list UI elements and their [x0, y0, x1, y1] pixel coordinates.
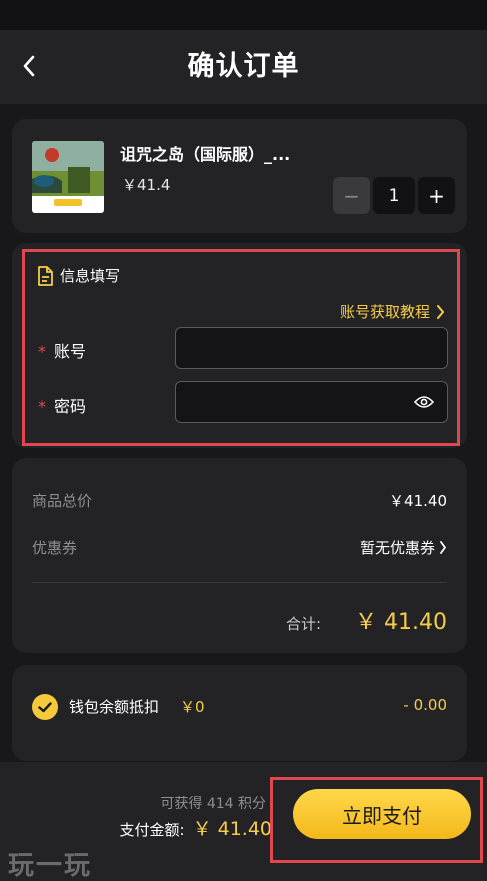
product-thumbnail[interactable]	[32, 141, 104, 213]
wallet-balance: ￥0	[180, 698, 205, 716]
wallet-label: 钱包余额抵扣	[69, 698, 160, 716]
product-price: ￥41.4	[122, 176, 171, 194]
pay-amount-value: ￥ 41.40	[192, 818, 272, 840]
coupon-value: 暂无优惠券	[359, 539, 435, 557]
points-text: 可获得 414 积分	[160, 796, 266, 812]
quantity-value[interactable]: 1	[373, 177, 415, 214]
divider	[32, 582, 447, 583]
watermark-logo: 玩一玩	[8, 851, 93, 881]
goods-total-value: ￥41.40	[389, 492, 447, 510]
increment-button[interactable]: +	[418, 177, 455, 214]
wallet-card: 钱包余额抵扣 ￥0 - 0.00	[12, 665, 467, 761]
product-name: 诅咒之岛（国际服）_...	[120, 145, 291, 164]
wallet-checkbox[interactable]	[32, 694, 58, 720]
pay-highlight-box	[270, 777, 483, 863]
info-highlight-box	[22, 249, 460, 446]
decrement-button[interactable]: −	[333, 177, 370, 214]
summary-card: 商品总价 ￥41.40 优惠券 暂无优惠券 合计: ￥ 41.40	[12, 458, 467, 653]
coupon-selector[interactable]: 暂无优惠券	[360, 537, 447, 558]
pay-amount-row: 支付金额: ￥ 41.40	[120, 814, 273, 841]
page-title: 确认订单	[187, 51, 300, 82]
total-row: 合计: ￥ 41.40	[286, 604, 447, 636]
game-thumbnail-image	[32, 141, 104, 213]
total-label: 合计:	[285, 615, 322, 633]
quantity-stepper: − 1 +	[333, 177, 455, 214]
checkmark-icon	[38, 701, 52, 712]
wallet-deduct: - 0.00	[403, 696, 447, 714]
status-bar	[0, 0, 487, 30]
total-value: ￥ 41.40	[355, 610, 447, 635]
goods-total-label: 商品总价	[32, 492, 93, 510]
coupon-label: 优惠券	[32, 539, 78, 557]
pay-amount-label: 支付金额:	[119, 821, 185, 839]
nav-bar: 确认订单	[0, 30, 487, 104]
coupon-row[interactable]: 优惠券 暂无优惠券	[32, 537, 447, 558]
product-card: 诅咒之岛（国际服）_... ￥41.4 − 1 +	[12, 119, 467, 233]
goods-total-row: 商品总价 ￥41.40	[32, 490, 447, 511]
chevron-right-icon	[440, 541, 446, 554]
